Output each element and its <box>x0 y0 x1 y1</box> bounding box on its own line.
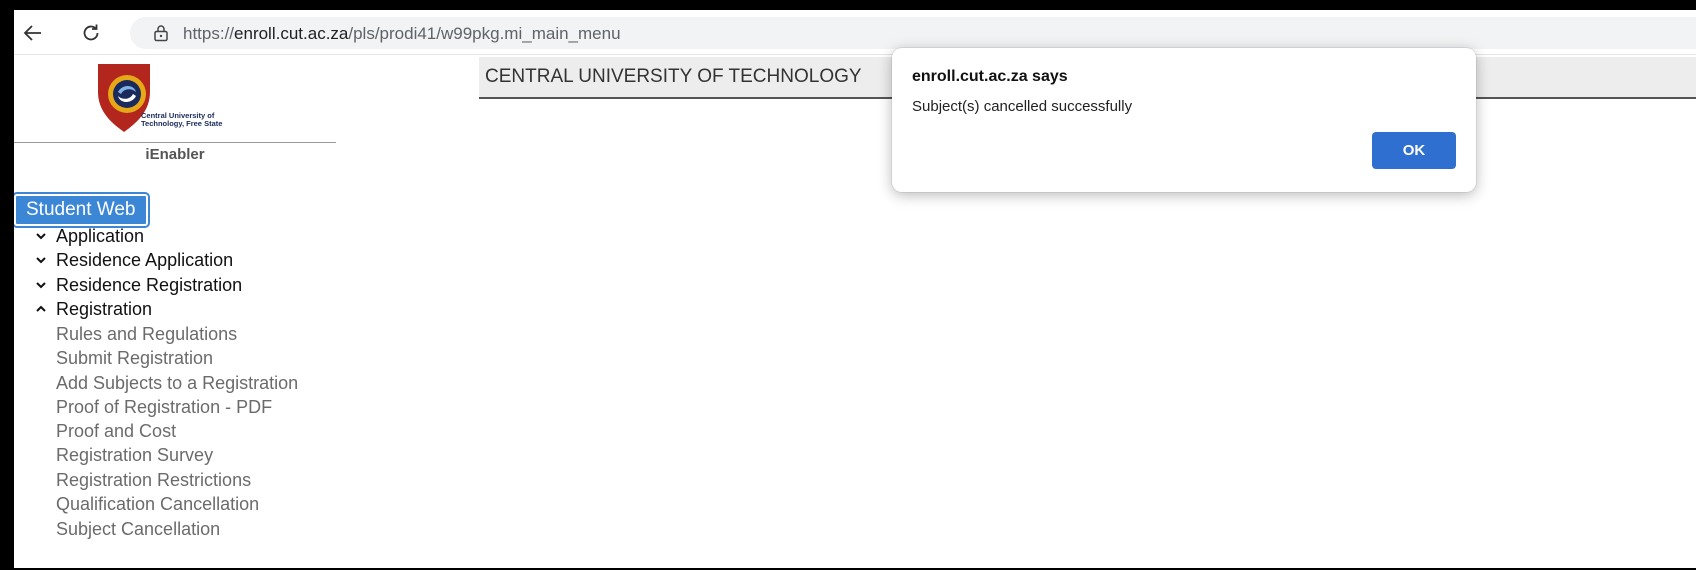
chevron-down-icon <box>36 257 46 264</box>
submenu-proof-and-cost[interactable]: Proof and Cost <box>56 421 176 442</box>
reload-icon <box>83 24 99 41</box>
submenu-qualification-cancellation[interactable]: Qualification Cancellation <box>56 494 259 515</box>
sidebar: Central University of Technology, Free S… <box>14 54 354 568</box>
menu-item-label: Residence Application <box>56 249 234 270</box>
submenu-subject-cancellation[interactable]: Subject Cancellation <box>56 519 220 540</box>
menu-item-label: Residence Registration <box>56 274 243 295</box>
back-arrow-icon <box>23 25 41 41</box>
sidebar-divider <box>14 142 336 143</box>
url-scheme: https:// <box>183 24 235 43</box>
submenu-rules-and-regulations[interactable]: Rules and Regulations <box>56 324 237 345</box>
dialog-message: Subject(s) cancelled successfully <box>912 98 1133 115</box>
site-info-icon[interactable] <box>152 24 170 42</box>
menu-item-label: Application <box>56 225 145 246</box>
menu-item-application[interactable]: Application <box>34 224 144 248</box>
menu-item-residence-application[interactable]: Residence Application <box>34 248 233 272</box>
alert-dialog: enroll.cut.ac.za says Subject(s) cancell… <box>892 48 1476 192</box>
menu-item-residence-registration[interactable]: Residence Registration <box>34 273 242 297</box>
url-path: /pls/prodi41/w99pkg.mi_main_menu <box>348 24 621 43</box>
menu-item-label: Registration <box>56 298 153 319</box>
chevron-up-icon <box>36 305 46 312</box>
chevron-down-icon <box>36 282 46 289</box>
dialog-title: enroll.cut.ac.za says <box>912 68 1068 85</box>
product-name: iEnabler <box>145 146 205 163</box>
back-button[interactable] <box>20 20 46 46</box>
address-bar[interactable]: https://enroll.cut.ac.za/pls/prodi41/w99… <box>130 17 1696 49</box>
reload-button[interactable] <box>78 20 104 46</box>
url-text[interactable]: https://enroll.cut.ac.za/pls/prodi41/w99… <box>183 24 621 44</box>
browser-window: https://enroll.cut.ac.za/pls/prodi41/w99… <box>14 10 1696 568</box>
ok-button[interactable]: OK <box>1372 132 1456 169</box>
student-web-button[interactable]: Student Web <box>14 192 150 228</box>
submenu-submit-registration[interactable]: Submit Registration <box>56 348 213 369</box>
submenu-registration-survey[interactable]: Registration Survey <box>56 445 213 466</box>
university-logo: Central University of Technology, Free S… <box>94 62 264 134</box>
submenu-registration-restrictions[interactable]: Registration Restrictions <box>56 470 251 491</box>
menu-item-registration[interactable]: Registration <box>34 297 152 321</box>
submenu-add-subjects[interactable]: Add Subjects to a Registration <box>56 373 298 394</box>
chevron-down-icon <box>36 233 46 240</box>
page-title: CENTRAL UNIVERSITY OF TECHNOLOGY <box>485 66 862 87</box>
logo-caption: Central University of Technology, Free S… <box>141 111 223 128</box>
url-host: enroll.cut.ac.za <box>234 24 349 43</box>
submenu-proof-of-registration-pdf[interactable]: Proof of Registration - PDF <box>56 397 272 418</box>
